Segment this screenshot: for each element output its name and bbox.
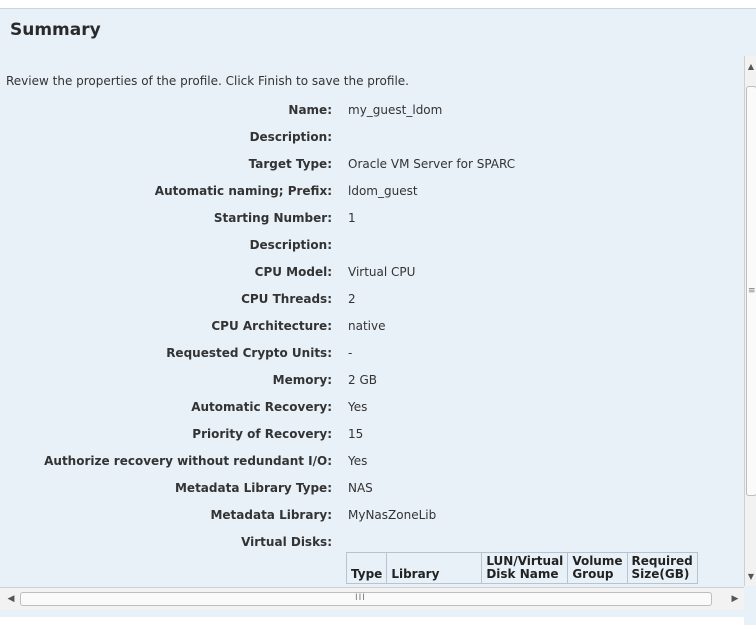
column-header-required-size[interactable]: Required Size(GB) [626, 552, 698, 584]
property-label: Automatic Recovery: [191, 400, 332, 414]
vertical-scrollbar[interactable]: ▲ ≡ ▼ [744, 56, 756, 586]
property-label: Memory: [272, 373, 332, 387]
property-value: ldom_guest [348, 184, 418, 198]
property-row-authorize-recovery: Authorize recovery without redundant I/O… [0, 454, 744, 474]
property-label: Description: [249, 238, 332, 252]
property-label: Automatic naming; Prefix: [154, 184, 332, 198]
property-label: Description: [249, 130, 332, 144]
property-label: Metadata Library: [210, 508, 332, 522]
column-header-library[interactable]: Library [386, 552, 483, 584]
property-value: - [348, 346, 353, 360]
property-row-metadata-library: Metadata Library: MyNasZoneLib [0, 508, 744, 528]
summary-scroll-area[interactable]: Review the properties of the profile. Cl… [0, 56, 744, 586]
page-title: Summary [10, 20, 101, 40]
property-value: NAS [348, 481, 373, 495]
property-row-cpu-model: CPU Model: Virtual CPU [0, 265, 744, 285]
property-label: Priority of Recovery: [192, 427, 332, 441]
column-header-volume-group[interactable]: Volume Group [567, 552, 628, 584]
table-header-row: Type Library LUN/Virtual Disk Name Volum… [345, 552, 698, 584]
property-value: Yes [348, 400, 368, 414]
property-label: Metadata Library Type: [174, 481, 332, 495]
property-value: Yes [348, 454, 368, 468]
property-row-automatic-recovery: Automatic Recovery: Yes [0, 400, 744, 420]
property-row-target-type: Target Type: Oracle VM Server for SPARC [0, 157, 744, 177]
property-label: CPU Architecture: [211, 319, 332, 333]
property-row-description-2: Description: [0, 238, 744, 258]
scrollbar-corner [744, 587, 756, 625]
column-header-type[interactable]: Type [345, 552, 388, 584]
vertical-scroll-thumb[interactable]: ≡ [746, 86, 756, 496]
property-row-starting-number: Starting Number: 1 [0, 211, 744, 231]
scroll-right-icon[interactable]: ▶ [730, 593, 740, 605]
grip-icon: ≡ [748, 286, 756, 296]
horizontal-scroll-thumb[interactable]: III [20, 592, 712, 606]
property-label: Target Type: [248, 157, 332, 171]
column-header-lun-virtual-disk-name[interactable]: LUN/Virtual Disk Name [481, 552, 569, 584]
summary-panel: Summary Review the properties of the pro… [0, 8, 756, 625]
property-value: Oracle VM Server for SPARC [348, 157, 516, 171]
property-row-name: Name: my_guest_ldom [0, 103, 744, 123]
scroll-up-icon[interactable]: ▲ [747, 62, 755, 72]
property-row-priority-of-recovery: Priority of Recovery: 15 [0, 427, 744, 447]
property-row-memory: Memory: 2 GB [0, 373, 744, 393]
property-value: 15 [348, 427, 364, 441]
scroll-left-icon[interactable]: ◀ [6, 593, 16, 605]
property-value: MyNasZoneLib [348, 508, 437, 522]
property-value: my_guest_ldom [348, 103, 443, 117]
scroll-down-icon[interactable]: ▼ [747, 572, 755, 582]
property-value: 2 GB [348, 373, 377, 387]
intro-text: Review the properties of the profile. Cl… [6, 74, 409, 88]
property-label: CPU Threads: [241, 292, 332, 306]
property-label: Virtual Disks: [241, 535, 332, 549]
virtual-disks-table: Type Library LUN/Virtual Disk Name Volum… [345, 552, 698, 584]
property-label: CPU Model: [254, 265, 332, 279]
property-row-prefix: Automatic naming; Prefix: ldom_guest [0, 184, 744, 204]
property-value: 1 [348, 211, 356, 225]
property-row-description: Description: [0, 130, 744, 150]
property-label: Starting Number: [213, 211, 332, 225]
property-value: Virtual CPU [348, 265, 416, 279]
horizontal-scrollbar[interactable]: ◀ III ▶ [0, 587, 744, 610]
property-value: 2 [348, 292, 356, 306]
property-label: Name: [288, 103, 332, 117]
property-value: native [348, 319, 386, 333]
property-row-cpu-threads: CPU Threads: 2 [0, 292, 744, 312]
property-row-metadata-library-type: Metadata Library Type: NAS [0, 481, 744, 501]
property-label: Requested Crypto Units: [166, 346, 332, 360]
grip-icon: III [355, 593, 366, 603]
property-label: Authorize recovery without redundant I/O… [44, 454, 332, 468]
property-row-crypto-units: Requested Crypto Units: - [0, 346, 744, 366]
property-row-cpu-architecture: CPU Architecture: native [0, 319, 744, 339]
